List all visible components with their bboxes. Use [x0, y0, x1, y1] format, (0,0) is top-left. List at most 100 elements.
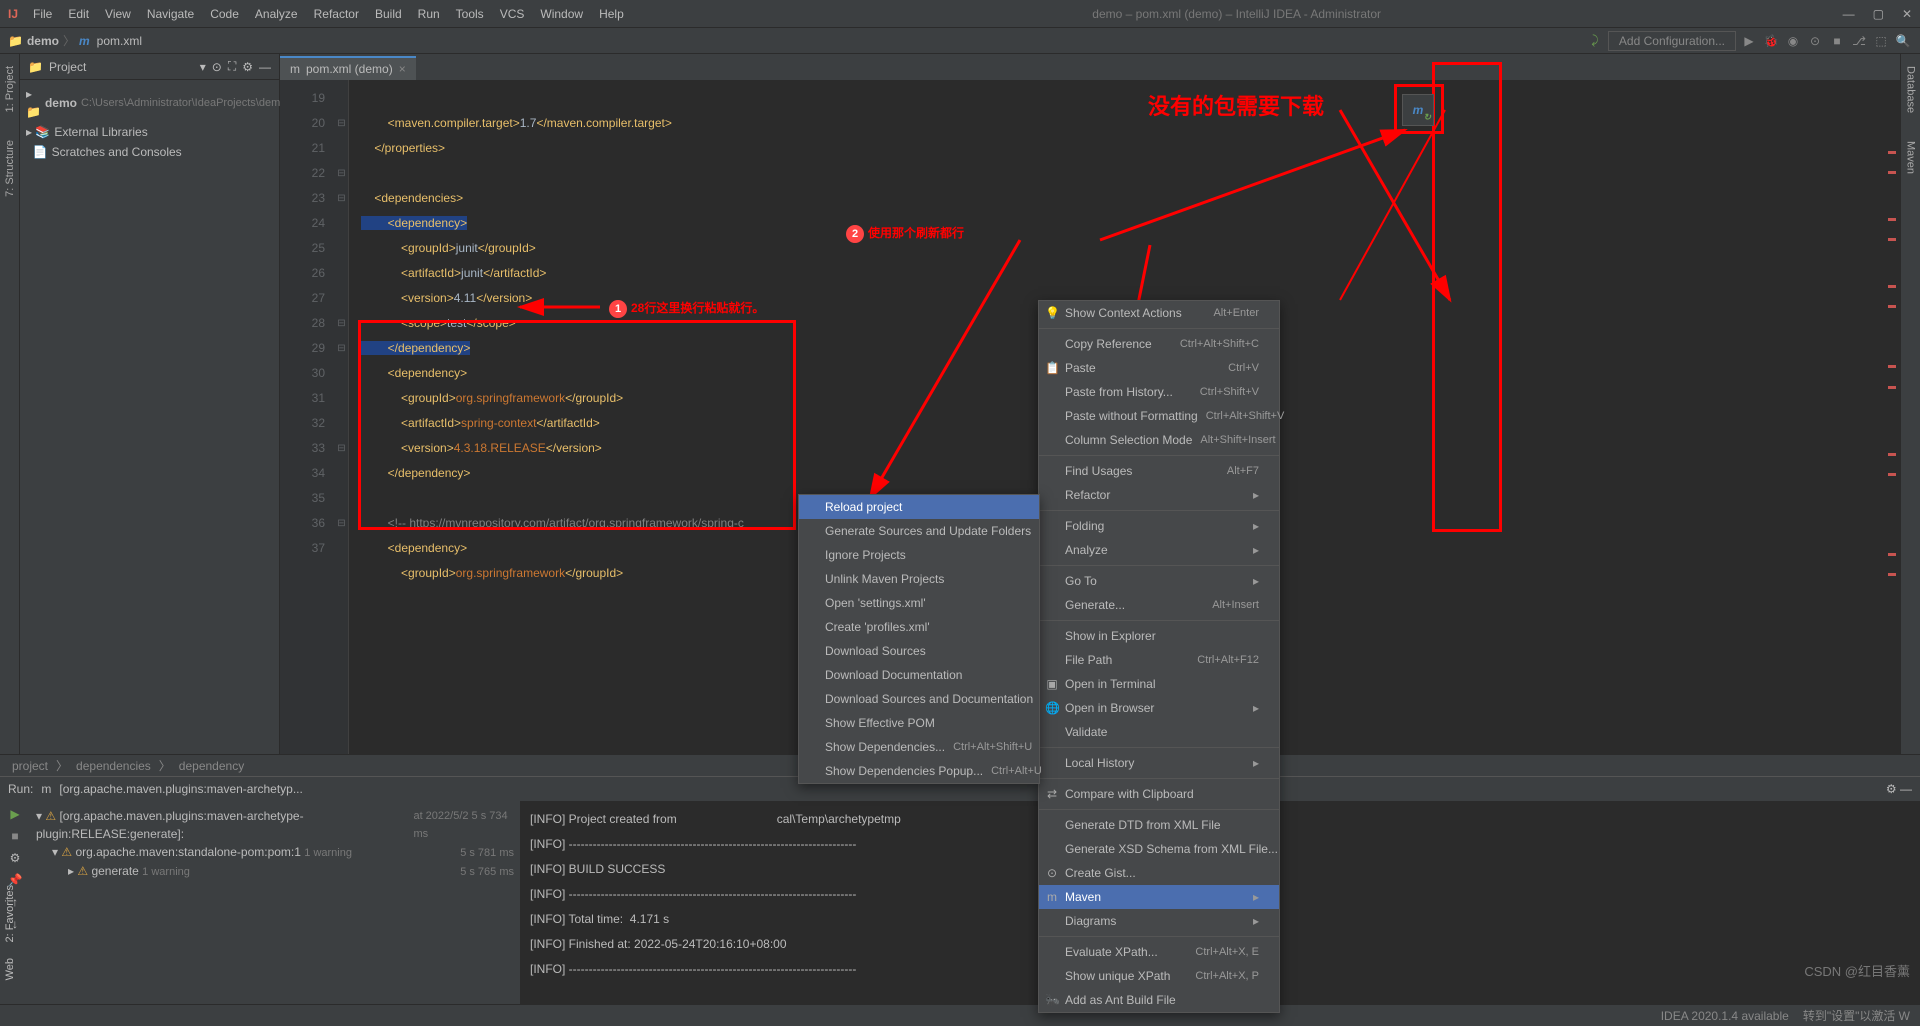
menu-item-paste-without-formatting[interactable]: Paste without FormattingCtrl+Alt+Shift+V — [1039, 404, 1279, 428]
everywhere-icon[interactable]: ⬚ — [1872, 32, 1890, 50]
menu-item-createprof[interactable]: Create 'profiles.xml' — [799, 615, 1039, 639]
menu-item-file-path[interactable]: File PathCtrl+Alt+F12 — [1039, 648, 1279, 672]
crumb-dependency[interactable]: dependency — [179, 759, 244, 773]
close-icon[interactable]: ✕ — [1902, 7, 1912, 21]
menu-item-gensrc[interactable]: Generate Sources and Update Folders — [799, 519, 1039, 543]
hide-icon[interactable]: — — [259, 60, 271, 74]
tab-pom[interactable]: m pom.xml (demo) × — [280, 56, 416, 80]
maven-icon: m — [290, 62, 300, 76]
menu-item-dlsrc[interactable]: Download Sources — [799, 639, 1039, 663]
menu-item-create-gist-[interactable]: ⊙Create Gist... — [1039, 861, 1279, 885]
menu-item-generate-xsd-schema-from-xml-file-[interactable]: Generate XSD Schema from XML File... — [1039, 837, 1279, 861]
fold-gutter[interactable]: ⊟⊟⊟⊟⊟⊟⊟ — [335, 80, 349, 754]
menu-build[interactable]: Build — [368, 4, 409, 24]
menu-refactor[interactable]: Refactor — [307, 4, 366, 24]
menu-view[interactable]: View — [98, 4, 138, 24]
menu-item-open-in-terminal[interactable]: ▣Open in Terminal — [1039, 672, 1279, 696]
add-configuration-button[interactable]: Add Configuration... — [1608, 31, 1736, 51]
menu-item-dldoc[interactable]: Download Documentation — [799, 663, 1039, 687]
menu-vcs[interactable]: VCS — [493, 4, 532, 24]
menu-tools[interactable]: Tools — [449, 4, 491, 24]
profile-icon[interactable]: ⊙ — [1806, 32, 1824, 50]
menu-item-showdepp[interactable]: Show Dependencies Popup...Ctrl+Alt+U — [799, 759, 1039, 783]
menu-item-analyze[interactable]: Analyze▸ — [1039, 538, 1279, 562]
run-icon[interactable]: ▶ — [1740, 32, 1758, 50]
dropdown-icon[interactable]: ▾ — [200, 60, 206, 74]
menu-item-openset[interactable]: Open 'settings.xml' — [799, 591, 1039, 615]
tab-database[interactable]: Database — [1903, 62, 1919, 117]
menu-item-validate[interactable]: Validate — [1039, 720, 1279, 744]
tab-maven[interactable]: Maven — [1903, 137, 1919, 178]
error-stripe[interactable] — [1888, 84, 1898, 754]
context-menu-main[interactable]: 💡Show Context ActionsAlt+Enter Copy Refer… — [1038, 300, 1280, 1013]
expand-icon[interactable]: ⛶ — [228, 59, 236, 74]
run-tree[interactable]: ▾ ⚠ [org.apache.maven.plugins:maven-arch… — [30, 801, 520, 1004]
menu-item-local-history[interactable]: Local History▸ — [1039, 751, 1279, 775]
menu-item-column-selection-mode[interactable]: Column Selection ModeAlt+Shift+Insert — [1039, 428, 1279, 452]
menu-item-go-to[interactable]: Go To▸ — [1039, 569, 1279, 593]
menu-code[interactable]: Code — [203, 4, 246, 24]
git-icon[interactable]: ⎇ — [1850, 32, 1868, 50]
menu-navigate[interactable]: Navigate — [140, 4, 201, 24]
menu-item-generate-dtd-from-xml-file[interactable]: Generate DTD from XML File — [1039, 813, 1279, 837]
tab-web[interactable]: Web — [4, 958, 16, 980]
menu-item-open-in-browser[interactable]: 🌐Open in Browser▸ — [1039, 696, 1279, 720]
menu-item-dlboth[interactable]: Download Sources and Documentation — [799, 687, 1039, 711]
tree-external-libs[interactable]: External Libraries — [54, 123, 147, 141]
gear-icon[interactable]: ⚙ — [242, 60, 253, 74]
tab-close-icon[interactable]: × — [399, 62, 406, 76]
menu-item-compare-with-clipboard[interactable]: ⇄Compare with Clipboard — [1039, 782, 1279, 806]
maximize-icon[interactable]: ▢ — [1873, 7, 1884, 21]
menu-item-paste-from-history-[interactable]: Paste from History...Ctrl+Shift+V — [1039, 380, 1279, 404]
menu-item-maven[interactable]: mMaven▸ — [1039, 885, 1279, 909]
rerun-icon[interactable]: ▶ — [10, 807, 19, 821]
build-icon[interactable]: ⤸ — [1586, 32, 1604, 50]
menu-edit[interactable]: Edit — [61, 4, 96, 24]
menu-item-copy-reference[interactable]: Copy ReferenceCtrl+Alt+Shift+C — [1039, 332, 1279, 356]
crumb-project[interactable]: project — [12, 759, 48, 773]
menu-item-generate-[interactable]: Generate...Alt+Insert — [1039, 593, 1279, 617]
menu-item-folding[interactable]: Folding▸ — [1039, 514, 1279, 538]
debug-icon[interactable]: 🐞 — [1762, 32, 1780, 50]
menu-item-find-usages[interactable]: Find UsagesAlt+F7 — [1039, 459, 1279, 483]
menu-run[interactable]: Run — [411, 4, 447, 24]
menu-window[interactable]: Window — [533, 4, 590, 24]
menu-item-reload[interactable]: Reload project — [799, 495, 1039, 519]
crumb-dependencies[interactable]: dependencies — [76, 759, 151, 773]
menu-item-diagrams[interactable]: Diagrams▸ — [1039, 909, 1279, 933]
menu-item-show-unique-xpath[interactable]: Show unique XPathCtrl+Alt+X, P — [1039, 964, 1279, 988]
context-menu-maven[interactable]: Reload projectGenerate Sources and Updat… — [798, 494, 1040, 784]
menu-item-refactor[interactable]: Refactor▸ — [1039, 483, 1279, 507]
menu-item-showdep[interactable]: Show Dependencies...Ctrl+Alt+Shift+U — [799, 735, 1039, 759]
coverage-icon[interactable]: ◉ — [1784, 32, 1802, 50]
menu-file[interactable]: File — [26, 4, 59, 24]
menu-item-unlink[interactable]: Unlink Maven Projects — [799, 567, 1039, 591]
menu-help[interactable]: Help — [592, 4, 631, 24]
breadcrumb-file[interactable]: pom.xml — [97, 34, 142, 48]
run-settings-icon[interactable]: ⚙ — — [1886, 782, 1912, 796]
run-tab[interactable]: [org.apache.maven.plugins:maven-archetyp… — [59, 782, 302, 796]
menu-item-show-context-actions[interactable]: 💡Show Context ActionsAlt+Enter — [1039, 301, 1279, 325]
menu-item-showpom[interactable]: Show Effective POM — [799, 711, 1039, 735]
search-icon[interactable]: 🔍 — [1894, 32, 1912, 50]
tree-root[interactable]: demo — [45, 94, 77, 112]
menu-item-add-as-ant-build-file[interactable]: 🐜Add as Ant Build File — [1039, 988, 1279, 1012]
ide-update[interactable]: IDEA 2020.1.4 available — [1661, 1009, 1789, 1023]
menu-item-paste[interactable]: 📋PasteCtrl+V — [1039, 356, 1279, 380]
menu-item-ignore[interactable]: Ignore Projects — [799, 543, 1039, 567]
select-icon[interactable]: ⊙ — [212, 60, 222, 74]
breadcrumb-project[interactable]: demo — [27, 34, 59, 48]
tab-project[interactable]: 1: Project — [2, 62, 18, 116]
stop-icon[interactable]: ■ — [1828, 32, 1846, 50]
menu-item-show-in-explorer[interactable]: Show in Explorer — [1039, 624, 1279, 648]
maven-reload-button[interactable]: m↻ — [1402, 94, 1434, 126]
menu-item-evaluate-xpath-[interactable]: Evaluate XPath...Ctrl+Alt+X, E — [1039, 940, 1279, 964]
tree-scratches[interactable]: Scratches and Consoles — [52, 143, 182, 161]
stop-icon[interactable]: ■ — [11, 829, 18, 843]
minimize-icon[interactable]: — — [1843, 7, 1855, 21]
tab-favorites[interactable]: 2: Favorites — [4, 885, 16, 942]
menu-analyze[interactable]: Analyze — [248, 4, 305, 24]
project-tree[interactable]: ▸ 📁demo C:\Users\Administrator\IdeaProje… — [20, 80, 279, 166]
filter-icon[interactable]: ⚙ — [10, 851, 21, 865]
tab-structure[interactable]: 7: Structure — [2, 136, 18, 201]
